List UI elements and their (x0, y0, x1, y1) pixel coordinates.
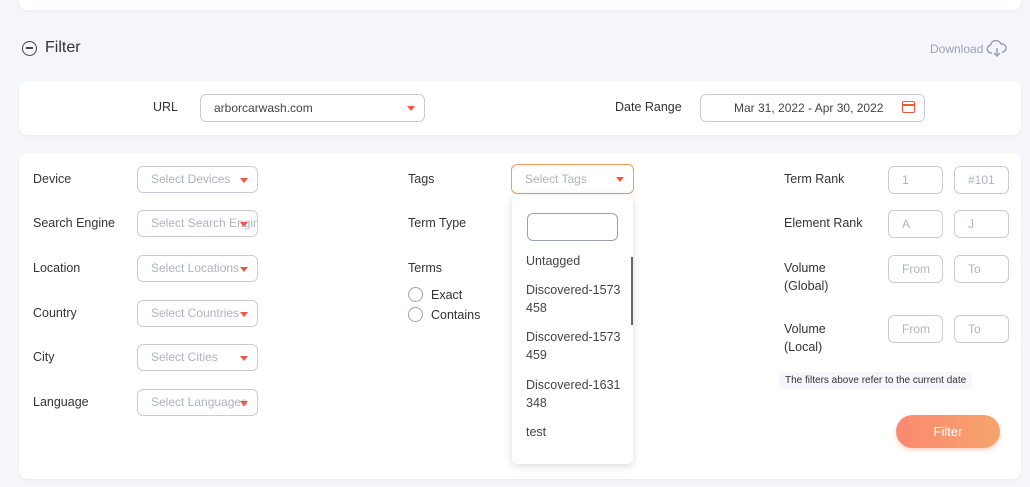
radio-label: Exact (431, 287, 463, 302)
volume-local-from-input[interactable]: From (888, 315, 943, 343)
volume-global-label: Volume (784, 261, 826, 275)
country-select[interactable]: Select Countries (137, 300, 258, 327)
location-placeholder: Select Locations (151, 261, 240, 275)
top-card (19, 0, 1021, 10)
element-rank-from-input[interactable]: A (888, 210, 943, 238)
language-label: Language (33, 395, 89, 409)
cloud-download-icon (986, 40, 1008, 58)
chevron-down-icon (407, 106, 415, 111)
chevron-down-icon (240, 222, 248, 227)
terms-contains-radio[interactable]: Contains (408, 307, 480, 322)
tags-dropdown: Untagged Discovered-1573458 Discovered-1… (512, 195, 633, 464)
term-rank-label: Term Rank (784, 172, 845, 186)
country-placeholder: Select Countries (151, 306, 240, 320)
tag-option-test[interactable]: test (526, 423, 621, 441)
language-select[interactable]: Select Languages (137, 389, 258, 416)
city-label: City (33, 350, 55, 364)
search-engine-select[interactable]: Select Search Engines (137, 210, 258, 237)
search-engine-label: Search Engine (33, 216, 116, 230)
element-rank-to-input[interactable]: J (954, 210, 1009, 238)
chevron-down-icon (240, 267, 248, 272)
tag-option-untagged[interactable]: Untagged (526, 252, 621, 270)
term-rank-from-input[interactable]: 1 (888, 166, 943, 194)
url-label: URL (153, 100, 179, 114)
tags-search-input[interactable] (527, 213, 618, 241)
tags-label: Tags (408, 172, 435, 186)
volume-local-to-input[interactable]: To (954, 315, 1009, 343)
term-rank-to-input[interactable]: #101 (954, 166, 1009, 194)
date-range-label: Date Range (615, 100, 682, 114)
chevron-down-icon (240, 401, 248, 406)
location-select[interactable]: Select Locations (137, 255, 258, 282)
tags-placeholder: Select Tags (525, 172, 587, 186)
radio-circle-icon[interactable] (408, 287, 423, 302)
filter-header[interactable]: Filter (22, 39, 81, 57)
filters-note: The filters above refer to the current d… (779, 372, 973, 389)
city-select[interactable]: Select Cities (137, 344, 258, 371)
chevron-down-icon (240, 178, 248, 183)
location-label: Location (33, 261, 81, 275)
tags-select[interactable]: Select Tags (511, 164, 634, 194)
chevron-down-icon (240, 312, 248, 317)
date-range-value: Mar 31, 2022 - Apr 30, 2022 (734, 101, 884, 115)
dropdown-scrollbar[interactable] (631, 257, 633, 325)
filter-title: Filter (45, 39, 81, 56)
terms-exact-radio[interactable]: Exact (408, 287, 462, 302)
tag-option-discovered-1573458[interactable]: Discovered-1573458 (526, 281, 621, 317)
url-value: arborcarwash.com (214, 101, 313, 115)
url-select[interactable]: arborcarwash.com (200, 94, 425, 122)
device-select[interactable]: Select Devices (137, 166, 258, 193)
city-placeholder: Select Cities (151, 350, 218, 364)
volume-global-from-input[interactable]: From (888, 255, 943, 283)
calendar-icon[interactable] (902, 101, 915, 113)
element-rank-label: Element Rank (784, 216, 863, 230)
download-label: Download (930, 42, 984, 56)
device-placeholder: Select Devices (151, 172, 231, 186)
radio-circle-icon[interactable] (408, 307, 423, 322)
tag-option-discovered-1631348[interactable]: Discovered-1631348 (526, 376, 621, 412)
volume-global-sublabel: (Global) (784, 279, 829, 293)
term-type-label: Term Type (408, 216, 467, 230)
download-button[interactable]: Download (930, 40, 1008, 58)
filter-button[interactable]: Filter (896, 415, 1000, 448)
chevron-down-icon (240, 356, 248, 361)
radio-label: Contains (431, 307, 481, 322)
terms-label: Terms (408, 261, 443, 275)
tag-option-discovered-1573459[interactable]: Discovered-1573459 (526, 328, 621, 364)
volume-local-sublabel: (Local) (784, 340, 823, 354)
volume-global-to-input[interactable]: To (954, 255, 1009, 283)
language-placeholder: Select Languages (151, 395, 248, 409)
chevron-down-icon (616, 177, 624, 182)
country-label: Country (33, 306, 77, 320)
date-range-picker[interactable]: Mar 31, 2022 - Apr 30, 2022 (700, 94, 925, 122)
volume-local-label: Volume (784, 322, 826, 336)
device-label: Device (33, 172, 72, 186)
collapse-minus-icon[interactable] (22, 40, 37, 56)
